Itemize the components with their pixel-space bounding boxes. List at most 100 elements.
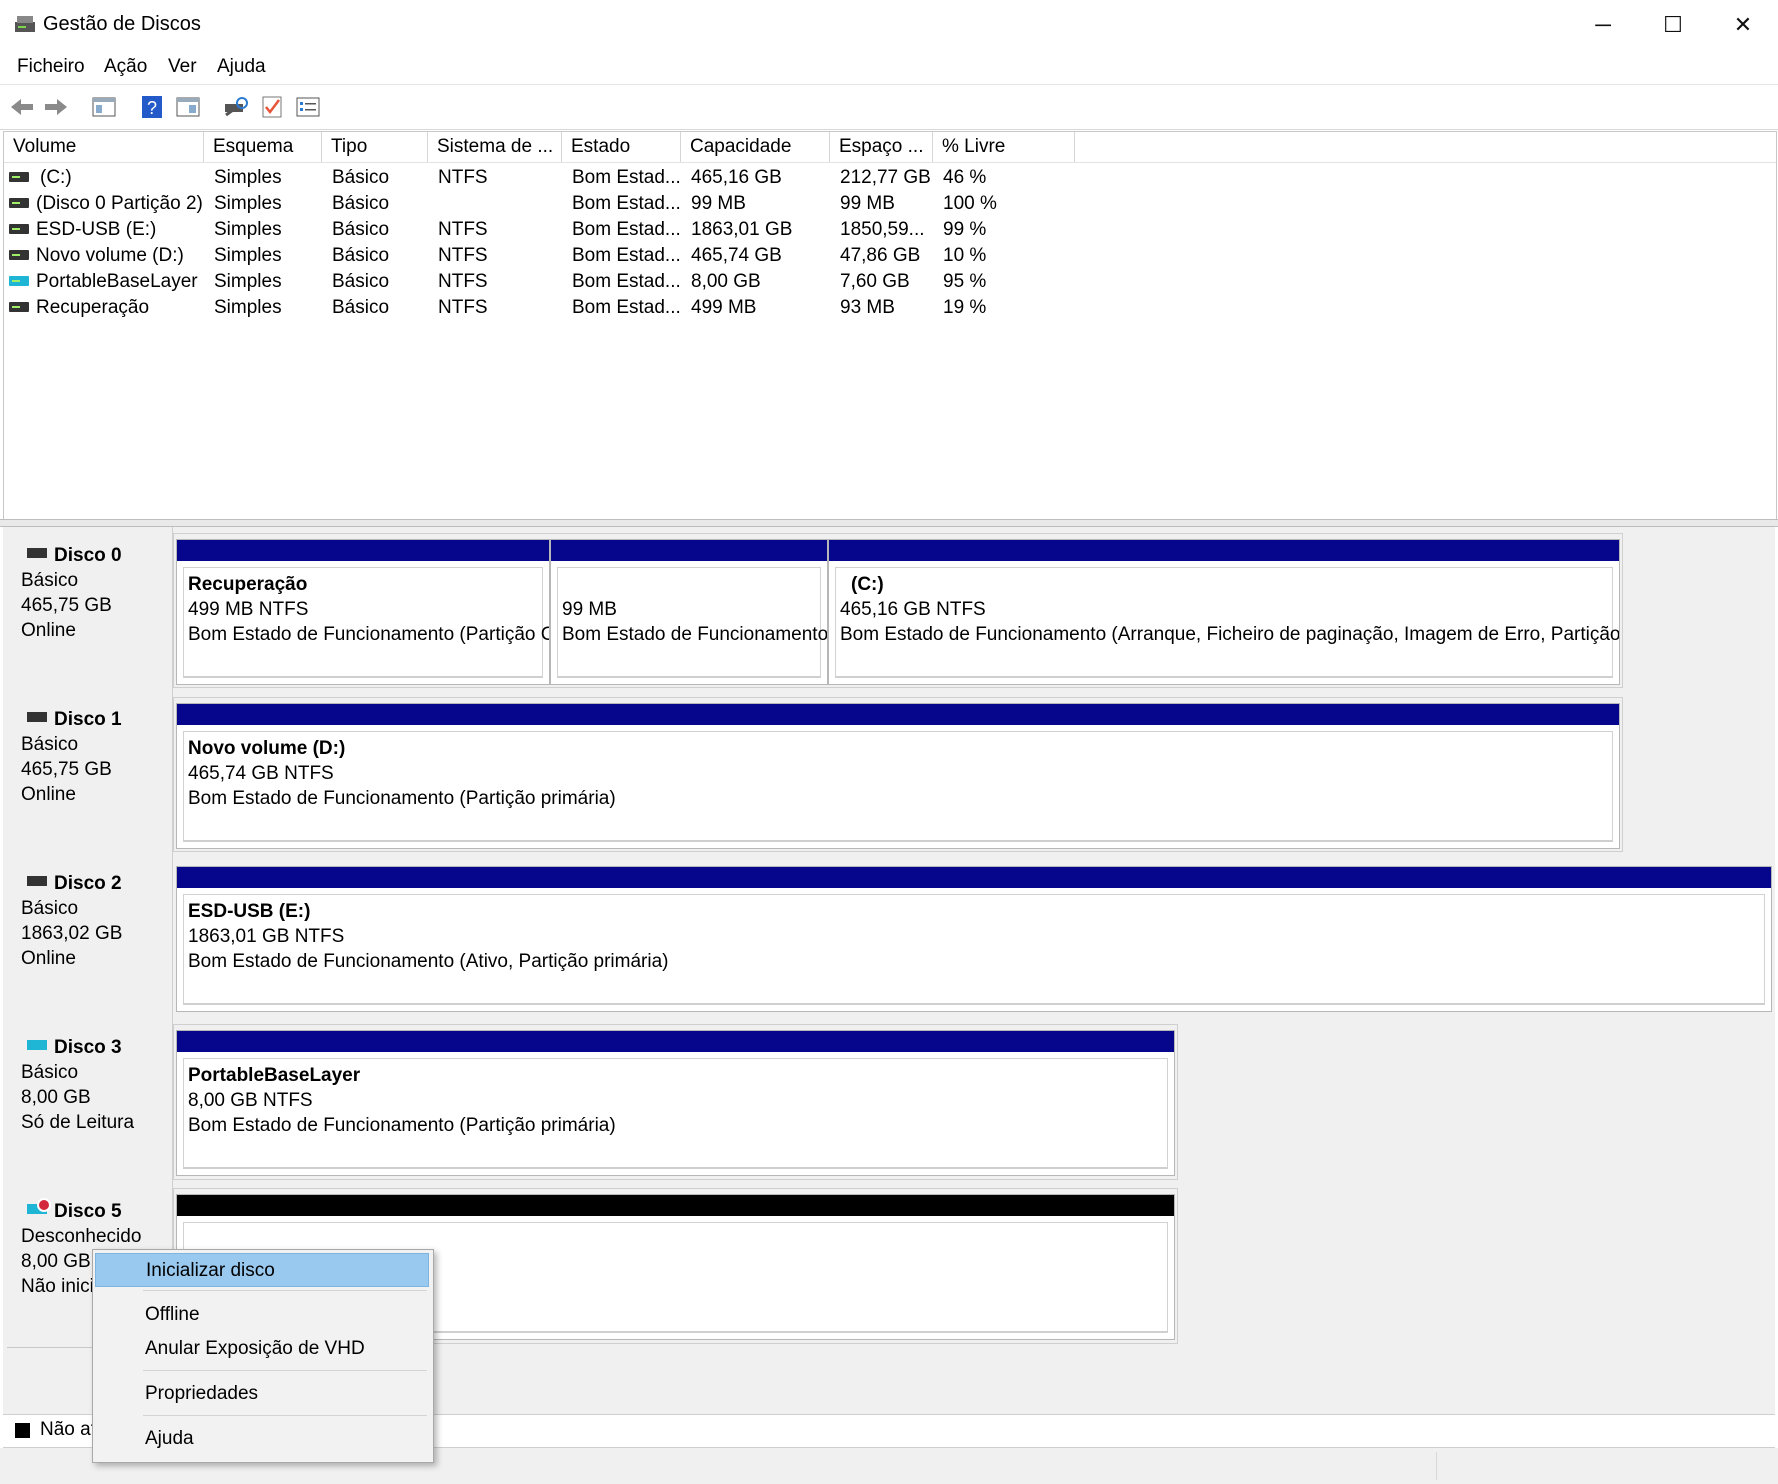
cell-volume: PortableBaseLayer: [36, 271, 198, 292]
cell-capacidade: 465,16 GB: [691, 167, 782, 188]
col-header-esquema[interactable]: Esquema: [204, 132, 322, 162]
col-header-livre[interactable]: % Livre: [933, 132, 1075, 162]
check-icon[interactable]: [258, 93, 286, 121]
menu-acao[interactable]: Ação: [104, 56, 147, 78]
cell-esquema: Simples: [214, 271, 282, 292]
volume-list: Volume Esquema Tipo Sistema de ... Estad…: [3, 131, 1777, 521]
table-row[interactable]: Novo volume (D:) Simples Básico NTFS Bom…: [4, 243, 1776, 269]
cell-tipo: Básico: [332, 271, 390, 292]
cell-estado: Bom Estad...: [572, 219, 681, 240]
partition-status: Bom Estado de Funcionamento (Partição pr…: [188, 1115, 616, 1136]
menu-bar: Ficheiro Ação Ver Ajuda: [0, 50, 1778, 85]
menu-item-offline[interactable]: Offline: [95, 1298, 429, 1332]
drive-icon: [9, 250, 29, 260]
disk-size: 1863,02 GB: [21, 923, 123, 944]
partition-size: 499 MB NTFS: [188, 599, 309, 620]
cell-volume: Novo volume (D:): [36, 245, 184, 266]
table-row[interactable]: Recuperação Simples Básico NTFS Bom Esta…: [4, 295, 1776, 321]
menu-item-ajuda[interactable]: Ajuda: [95, 1422, 429, 1456]
partition-recuperacao[interactable]: Recuperação 499 MB NTFS Bom Estado de Fu…: [176, 539, 550, 685]
close-button[interactable]: ✕: [1708, 0, 1778, 50]
partition-size: 465,74 GB NTFS: [188, 763, 334, 784]
table-row[interactable]: (Disco 0 Partição 2) Simples Básico Bom …: [4, 191, 1776, 217]
partition-status: Bom Estado de Funcionamento (Partição pr…: [188, 788, 616, 809]
cell-livre: 10 %: [943, 245, 987, 266]
partition-portablebaselayer[interactable]: PortableBaseLayer 8,00 GB NTFS Bom Estad…: [176, 1030, 1175, 1176]
partition-e[interactable]: ESD-USB (E:) 1863,01 GB NTFS Bom Estado …: [176, 866, 1772, 1012]
partition-d[interactable]: Novo volume (D:) 465,74 GB NTFS Bom Esta…: [176, 703, 1620, 849]
properties-icon[interactable]: [294, 93, 322, 121]
menu-ver[interactable]: Ver: [168, 56, 197, 78]
menu-separator: [143, 1290, 427, 1291]
maximize-button[interactable]: ☐: [1638, 0, 1708, 50]
partition-name: Novo volume (D:): [188, 738, 346, 759]
cell-sistema: NTFS: [438, 219, 488, 240]
disk-type: Básico: [21, 570, 79, 591]
cell-espaco: 1850,59...: [840, 219, 925, 240]
partition-disco0-2[interactable]: 99 MB Bom Estado de Funcionamento: [550, 539, 828, 685]
menu-item-anular-exposicao-vhd[interactable]: Anular Exposição de VHD: [95, 1332, 429, 1366]
forward-arrow-icon[interactable]: [42, 93, 70, 121]
cell-volume: ESD-USB (E:): [36, 219, 157, 240]
cell-capacidade: 1863,01 GB: [691, 219, 793, 240]
disk-label-2[interactable]: Disco 2 Básico 1863,02 GB Online: [7, 855, 173, 1020]
disk-name: Disco 0: [54, 545, 122, 566]
cell-esquema: Simples: [214, 193, 282, 214]
cell-estado: Bom Estad...: [572, 193, 681, 214]
table-row[interactable]: (C:) Simples Básico NTFS Bom Estad... 46…: [4, 165, 1776, 191]
col-header-sistema[interactable]: Sistema de ...: [428, 132, 562, 162]
cell-sistema: NTFS: [438, 167, 488, 188]
disk-size: 465,75 GB: [21, 595, 112, 616]
col-header-tipo[interactable]: Tipo: [322, 132, 428, 162]
drive-icon: [9, 198, 29, 208]
console-view-icon[interactable]: [174, 93, 202, 121]
menu-item-label: Propriedades: [145, 1383, 259, 1404]
col-header-espaco[interactable]: Espaço ...: [830, 132, 933, 162]
menu-item-inicializar-disco[interactable]: Inicializar disco: [95, 1253, 429, 1287]
rescan-icon[interactable]: [222, 93, 250, 121]
menu-ajuda[interactable]: Ajuda: [217, 56, 266, 78]
partition-bar: [177, 540, 549, 561]
disk-type: Básico: [21, 1062, 79, 1083]
cell-capacidade: 499 MB: [691, 297, 757, 318]
help-icon[interactable]: ?: [138, 93, 166, 121]
cell-sistema: NTFS: [438, 297, 488, 318]
partition-size: 1863,01 GB NTFS: [188, 926, 345, 947]
disk-name: Disco 3: [54, 1037, 122, 1058]
cell-estado: Bom Estad...: [572, 245, 681, 266]
col-header-estado[interactable]: Estado: [562, 132, 681, 162]
disk-list-icon[interactable]: [90, 93, 118, 121]
cell-tipo: Básico: [332, 297, 390, 318]
partition-inner: [835, 567, 1613, 678]
cell-estado: Bom Estad...: [572, 167, 681, 188]
partition-c[interactable]: (C:) 465,16 GB NTFS Bom Estado de Funcio…: [828, 539, 1620, 685]
menu-item-propriedades[interactable]: Propriedades: [95, 1377, 429, 1411]
menu-ficheiro[interactable]: Ficheiro: [17, 56, 85, 78]
table-row[interactable]: ESD-USB (E:) Simples Básico NTFS Bom Est…: [4, 217, 1776, 243]
cell-capacidade: 8,00 GB: [691, 271, 761, 292]
disk-status: Só de Leitura: [21, 1112, 135, 1133]
col-header-volume[interactable]: Volume: [4, 132, 204, 162]
partition-status: Bom Estado de Funcionamento (Partição C: [188, 624, 550, 645]
disk-icon: [27, 548, 47, 558]
back-arrow-icon[interactable]: [8, 93, 36, 121]
disk-error-icon: [27, 1198, 51, 1214]
disk-name: Disco 1: [54, 709, 122, 730]
cell-espaco: 47,86 GB: [840, 245, 921, 266]
minimize-button[interactable]: ─: [1568, 0, 1638, 50]
partition-bar: [177, 1031, 1174, 1052]
partition-name: PortableBaseLayer: [188, 1065, 361, 1086]
disk-label-0[interactable]: Disco 0 Básico 465,75 GB Online: [7, 527, 173, 692]
disk-type: Básico: [21, 898, 79, 919]
cell-estado: Bom Estad...: [572, 297, 681, 318]
drive-icon: [9, 172, 29, 182]
partition-name: ESD-USB (E:): [188, 901, 311, 922]
minimize-icon: ─: [1595, 12, 1611, 37]
pane-splitter[interactable]: [0, 519, 1778, 527]
disk-label-1[interactable]: Disco 1 Básico 465,75 GB Online: [7, 691, 173, 856]
table-row[interactable]: PortableBaseLayer Simples Básico NTFS Bo…: [4, 269, 1776, 295]
col-header-capacidade[interactable]: Capacidade: [681, 132, 830, 162]
disk-size: 465,75 GB: [21, 759, 112, 780]
disk-label-3[interactable]: Disco 3 Básico 8,00 GB Só de Leitura: [7, 1019, 173, 1184]
disk-status: Não inici: [21, 1276, 94, 1297]
